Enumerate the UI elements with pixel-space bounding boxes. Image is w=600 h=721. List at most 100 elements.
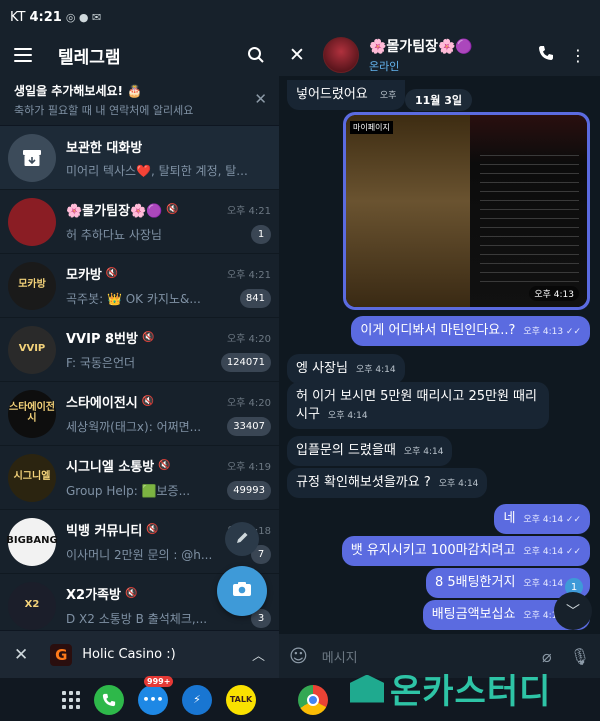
clock: 4:21 (29, 9, 62, 25)
birthday-banner[interactable]: 생일을 추가해보세요! 🎂 축하가 필요할 때 내 연락처에 알리세요 ✕ (0, 76, 279, 126)
more-options-icon[interactable]: ⋮ (562, 46, 594, 65)
kakaotalk-app-icon[interactable]: TALK (226, 684, 256, 715)
outgoing-message[interactable]: 이게 어디봐서 마틴인다요..? 오후 4:13 ✓✓ (351, 316, 590, 346)
emoji-icon[interactable]: ☺ (289, 646, 308, 667)
outgoing-message[interactable]: 네 오후 4:14 ✓✓ (494, 504, 590, 534)
banner-subtitle: 축하가 필요할 때 내 연락처에 알리세요 (14, 104, 194, 117)
message-bubble-fragment: 넣어드렸어요 오후 (287, 80, 406, 110)
chat-preview: D X2 소통방 B 출석체크,... (66, 611, 208, 626)
avatar-text: 시그니엘 (13, 471, 51, 483)
edit-fab[interactable] (225, 522, 259, 556)
chat-list-pane: KT 4:21 ◎ ● ✉ 텔레그램 생일을 추가해보세요! 🎂 축하가 필요할… (0, 0, 279, 721)
chat-row[interactable]: 스타에이전시 스타에이전시 🔇 오후 4:20 세상웍까(태그x): 어쩌면... 334… (0, 382, 279, 446)
message-time: 오후 4:14 ✓✓ (523, 547, 581, 557)
photo-label: 마이페이지 (350, 121, 393, 134)
muted-icon: 🔇 (158, 459, 171, 471)
outgoing-message[interactable]: 뱃 유지시키고 100마감치려고 오후 4:14 ✓✓ (341, 536, 590, 566)
avatar-text: X2 (24, 599, 40, 611)
close-icon[interactable]: ✕ (254, 90, 267, 108)
close-icon[interactable]: ✕ (14, 645, 28, 665)
photo-message[interactable]: 마이페이지 오후 4:13 (343, 112, 590, 310)
chat-name: 스타에이전시 (66, 395, 138, 411)
chat-avatar: X2 (8, 581, 56, 630)
pinned-mini-bar[interactable]: ✕ G Holic Casino :) ︿ (0, 630, 279, 678)
message-time: 오후 4:14 (438, 479, 479, 489)
muted-icon: 🔇 (124, 587, 138, 599)
scroll-down-button[interactable]: ﹀ (554, 592, 592, 630)
message-text: 엥 사장님 (296, 361, 348, 376)
conversation-header: ✕ 🌸몰가팀장🌸🟣 온라인 ⋮ (279, 0, 600, 76)
archive-preview: 미어리 텍사스❤️, 탈퇴한 계정, 탈... (66, 163, 248, 178)
message-text: 규정 확인해보셧을까요 ? (296, 475, 431, 490)
screenshot-image-2 (470, 115, 587, 307)
mini-bar-title: Holic Casino :) (82, 647, 176, 662)
notification-icons: ◎ ● ✉ (65, 10, 102, 24)
muted-icon: 🔇 (141, 331, 155, 343)
muted-icon: 🔇 (146, 523, 159, 535)
chat-avatar: BIGBANG (6, 517, 58, 566)
chrome-app-icon[interactable] (298, 684, 328, 715)
unread-badge: 49993 (227, 480, 271, 500)
attach-icon[interactable]: ⌀ (542, 647, 552, 666)
chat-name: VVIP 8번방 (66, 331, 138, 347)
message-time: 오후 4:14 (327, 410, 368, 421)
holic-casino-logo: G (50, 643, 73, 666)
chat-time: 오후 4:20 (226, 397, 271, 409)
banner-title: 생일을 추가해보세요! 🎂 (14, 84, 143, 98)
unread-badge: 841 (239, 288, 271, 308)
messages-app-icon[interactable]: 999+ ••• (138, 675, 174, 715)
menu-icon[interactable] (14, 48, 32, 62)
message-time: 오후 4:13 ✓✓ (523, 327, 581, 337)
message-text: 네 (503, 511, 516, 526)
contact-name[interactable]: 🌸몰가팀장🌸🟣 (369, 36, 530, 56)
chat-name: 🌸몰가팀장🌸🟣 (66, 203, 163, 219)
message-text: 뱃 유지시키고 100마감치려고 (350, 543, 516, 558)
close-icon[interactable]: ✕ (289, 44, 319, 66)
contact-avatar[interactable] (323, 37, 359, 73)
message-input[interactable]: 메시지 (322, 647, 524, 666)
status-bar-left: KT 4:21 ◎ ● ✉ (0, 0, 279, 34)
messenger-app-icon[interactable]: ⚡ (182, 684, 212, 715)
incoming-message[interactable]: 입플문의 드렸을때 오후 4:14 (287, 436, 453, 466)
chat-preview: Group Help: 🟩보증... (66, 483, 191, 498)
message-area: 넣어드렸어요 오후 11월 3일 마이페이지 오후 4:13 이게 어디봐서 마… (279, 76, 600, 634)
chat-time: 오후 4:21 (226, 205, 271, 217)
app-toolbar: 텔레그램 (0, 34, 279, 76)
search-icon[interactable] (247, 46, 265, 64)
app-title: 텔레그램 (58, 47, 121, 68)
chat-row[interactable]: VVIP VVIP 8번방 🔇 오후 4:20 F: 국동은언더 124071 (0, 318, 279, 382)
incoming-message[interactable]: 엥 사장님 오후 4:14 (287, 354, 405, 384)
chat-row[interactable]: 🌸몰가팀장🌸🟣 🔇 오후 4:21 허 추하다뇨 사장님 1 (0, 190, 279, 254)
phone-icon[interactable] (530, 45, 562, 65)
conversation-pane: ✕ 🌸몰가팀장🌸🟣 온라인 ⋮ 넣어드렸어요 오후 11월 3일 마이페이지 오… (279, 0, 600, 721)
contact-status: 온라인 (369, 60, 400, 73)
chat-avatar (8, 197, 56, 246)
avatar-text: VVIP (18, 343, 46, 355)
incoming-message[interactable]: 규정 확인해보셧을까요 ? 오후 4:14 (287, 468, 488, 498)
app-drawer-icon[interactable] (62, 690, 80, 709)
message-time: 오후 (379, 91, 397, 101)
chat-name: 빅뱅 커뮤니티 (66, 523, 143, 539)
chat-preview: 세상웍까(태그x): 어쩌면... (66, 419, 202, 434)
message-time: 오후 4:14 ✓✓ (523, 515, 581, 525)
muted-icon: 🔇 (166, 203, 179, 215)
chat-row[interactable]: 시그니엘 시그니엘 소통방 🔇 오후 4:19 Group Help: 🟩보증... 49… (0, 446, 279, 510)
phone-app-icon[interactable] (94, 684, 124, 715)
chat-row[interactable]: 모카방 모카방 🔇 오후 4:21 곡주봇: 👑 OK 카지노&... 841 (0, 254, 279, 318)
archived-chats-row[interactable]: 보관한 대화방 미어리 텍사스❤️, 탈퇴한 계정, 탈... (0, 126, 279, 190)
chat-preview: F: 국동은언더 (66, 355, 136, 370)
avatar-text: BIGBANG (6, 535, 58, 547)
chat-avatar: 스타에이전시 (8, 389, 56, 438)
muted-icon: 🔇 (141, 395, 155, 407)
chat-preview: 이사머니 2만원 문의 : @h... (66, 547, 213, 562)
microphone-icon[interactable]: 🎙 (570, 647, 590, 666)
avatar-text: 스타에이전시 (9, 402, 55, 424)
message-text: 배팅금액보십쇼 (431, 607, 516, 622)
unread-badge: 1 (251, 224, 271, 244)
pencil-icon (235, 530, 249, 549)
unread-badge: 124071 (220, 352, 271, 372)
chevron-up-icon[interactable]: ︿ (252, 645, 265, 664)
chat-preview: 허 추하다뇨 사장님 (66, 227, 162, 242)
incoming-message[interactable]: 허 이거 보시면 5만원 때리시고 25만원 때리시구 오후 4:14 (287, 382, 549, 430)
camera-fab[interactable] (217, 566, 267, 616)
